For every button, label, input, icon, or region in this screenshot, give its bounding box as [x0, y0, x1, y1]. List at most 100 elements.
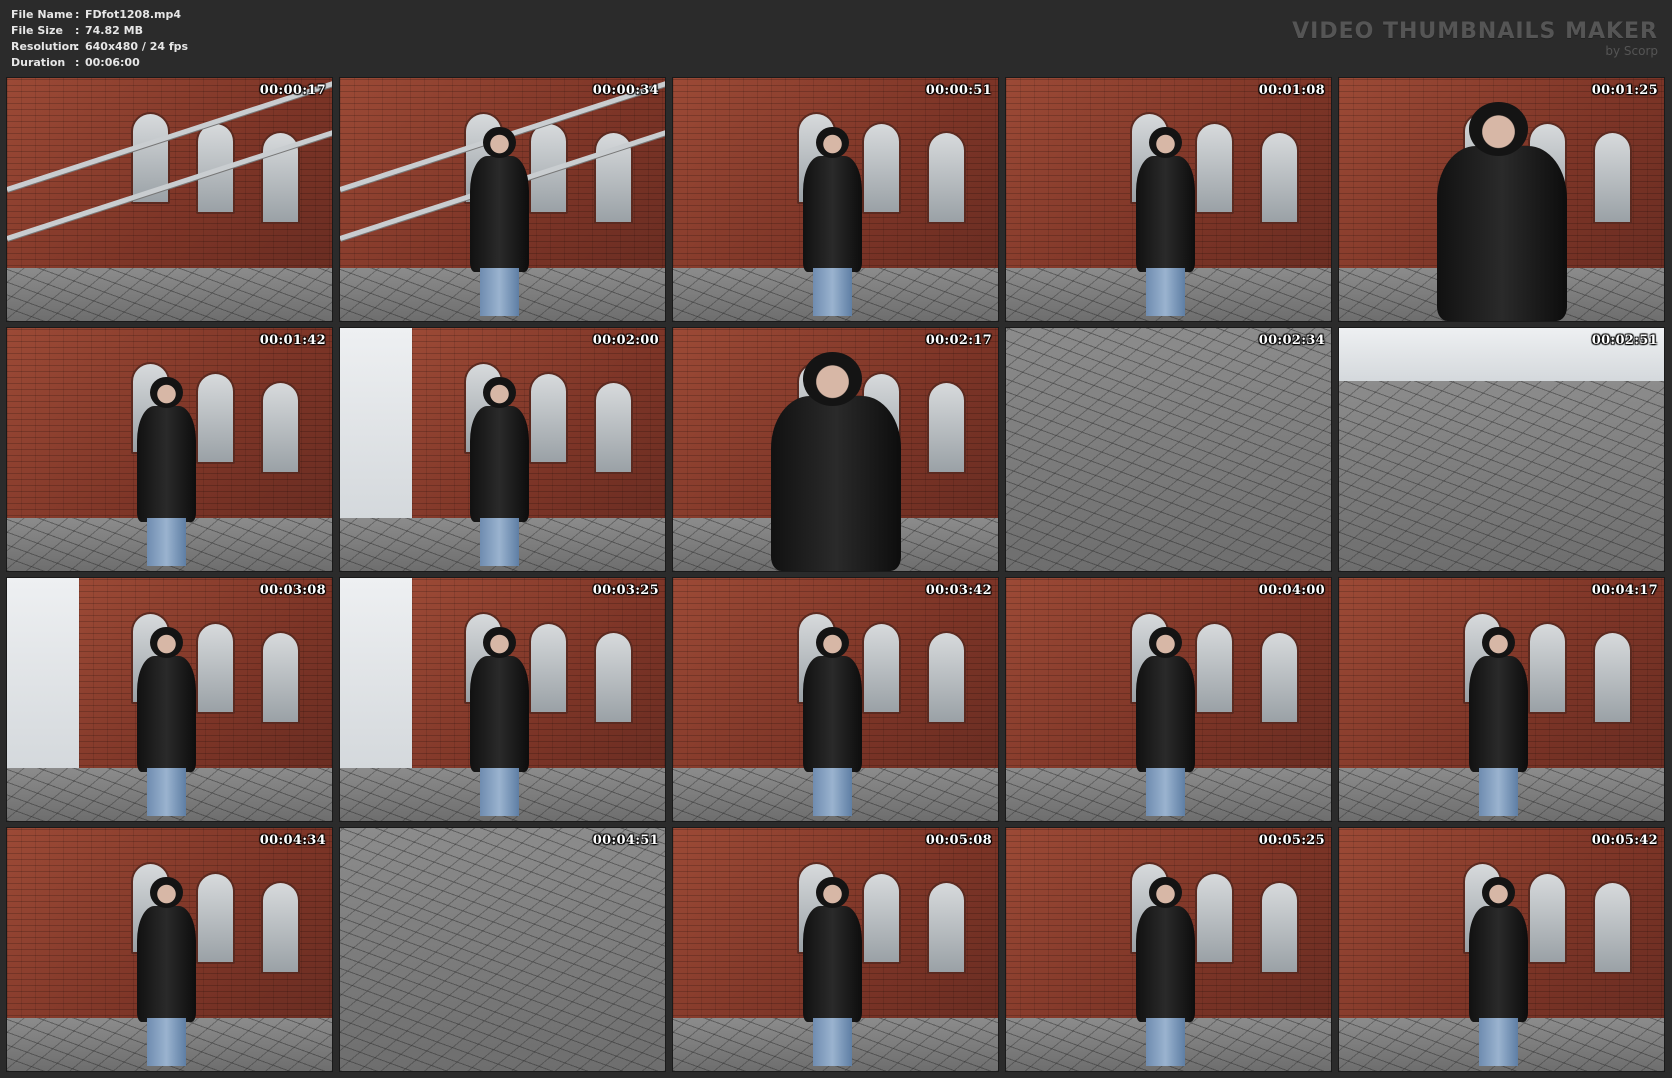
- info-row-duration: Duration : 00:06:00: [11, 55, 188, 71]
- arched-window: [260, 381, 300, 474]
- thumbnail-timestamp: 00:00:51: [925, 83, 992, 98]
- cobblestone-ground: [1339, 381, 1664, 571]
- thumbnail-timestamp: 00:02:51: [1591, 333, 1658, 348]
- video-thumbnail[interactable]: 00:05:08: [672, 827, 999, 1072]
- video-thumbnail[interactable]: 00:05:42: [1338, 827, 1665, 1072]
- thumbnail-frame: [1006, 78, 1331, 321]
- thumbnail-frame: [1339, 328, 1664, 571]
- thumbnail-grid: 00:00:17 00:00:34 00:00:51 00:01:08 00:01:25…: [6, 77, 1668, 1072]
- person-jeans: [146, 517, 186, 567]
- info-key: File Name: [11, 8, 73, 21]
- video-thumbnail[interactable]: 00:04:34: [6, 827, 333, 1072]
- arched-window: [260, 881, 300, 974]
- info-key: File Size: [11, 24, 63, 37]
- arched-window: [1194, 621, 1234, 715]
- info-value: FDfot1208.mp4: [85, 8, 182, 21]
- thumbnail-timestamp: 00:00:34: [592, 83, 659, 98]
- person-coat: [1469, 655, 1528, 773]
- thumbnail-frame: [1006, 828, 1331, 1071]
- thumbnail-timestamp: 00:02:00: [592, 333, 659, 348]
- thumbnail-frame: [7, 578, 332, 821]
- person-head: [483, 626, 516, 659]
- arched-window: [195, 621, 235, 715]
- video-thumbnail[interactable]: 00:02:34: [1005, 327, 1332, 572]
- thumbnail-frame: [340, 828, 665, 1071]
- person-jeans: [1478, 1017, 1518, 1067]
- video-thumbnail[interactable]: 00:02:00: [339, 327, 666, 572]
- arched-window: [861, 871, 901, 965]
- person-coat: [1136, 155, 1195, 273]
- info-row-file-size: File Size : 74.82 MB: [11, 23, 188, 39]
- thumbnail-timestamp: 00:04:51: [592, 833, 659, 848]
- video-thumbnail[interactable]: 00:01:08: [1005, 77, 1332, 322]
- arched-window: [593, 631, 633, 724]
- arched-window: [528, 621, 568, 715]
- person-jeans: [1478, 767, 1518, 817]
- person-head: [483, 376, 516, 409]
- video-thumbnail[interactable]: 00:05:25: [1005, 827, 1332, 1072]
- thumbnail-frame: [1339, 828, 1664, 1071]
- thumbnail-timestamp: 00:04:34: [259, 833, 326, 848]
- person-coat: [470, 655, 529, 773]
- video-thumbnail[interactable]: 00:04:00: [1005, 577, 1332, 822]
- arched-window: [195, 871, 235, 965]
- person-head: [150, 626, 183, 659]
- arched-window: [1592, 631, 1632, 724]
- person-jeans: [812, 767, 852, 817]
- person-jeans: [812, 1017, 852, 1067]
- info-key: Resolution: [11, 40, 78, 53]
- video-thumbnail[interactable]: 00:02:51: [1338, 327, 1665, 572]
- thumbnail-frame: [340, 328, 665, 571]
- person-coat: [803, 655, 862, 773]
- video-thumbnail[interactable]: 00:04:51: [339, 827, 666, 1072]
- arched-window: [1259, 631, 1299, 724]
- video-thumbnail[interactable]: 00:00:51: [672, 77, 999, 322]
- video-thumbnail[interactable]: 00:00:17: [6, 77, 333, 322]
- person-jeans: [1145, 267, 1185, 317]
- person-jeans: [479, 267, 519, 317]
- arched-window: [926, 131, 966, 224]
- arched-window: [1259, 881, 1299, 974]
- arched-window: [926, 631, 966, 724]
- person-coat: [470, 155, 529, 273]
- arched-window: [1194, 121, 1234, 215]
- video-thumbnail[interactable]: 00:01:42: [6, 327, 333, 572]
- person-coat: [1469, 905, 1528, 1023]
- arched-window: [1527, 621, 1567, 715]
- cobblestone-ground: [1006, 328, 1331, 571]
- info-separator: :: [75, 8, 80, 21]
- video-thumbnail[interactable]: 00:03:42: [672, 577, 999, 822]
- video-thumbnail[interactable]: 00:03:08: [6, 577, 333, 822]
- person-head: [1149, 126, 1182, 159]
- thumbnail-timestamp: 00:04:00: [1258, 583, 1325, 598]
- thumbnail-timestamp: 00:02:17: [925, 333, 992, 348]
- thumbnail-frame: [7, 828, 332, 1071]
- video-thumbnail[interactable]: 00:01:25: [1338, 77, 1665, 322]
- brand-subtitle: by Scorp: [1605, 44, 1658, 58]
- thumbnail-frame: [7, 78, 332, 321]
- info-value: 640x480 / 24 fps: [85, 40, 189, 53]
- video-thumbnail[interactable]: 00:03:25: [339, 577, 666, 822]
- person-coat: [470, 405, 529, 523]
- info-row-resolution: Resolution : 640x480 / 24 fps: [11, 39, 188, 55]
- person-head: [1482, 876, 1515, 909]
- person-coat: [1136, 655, 1195, 773]
- thumbnail-frame: [7, 328, 332, 571]
- thumbnail-sheet: File Name : FDfot1208.mp4 File Size : 74…: [0, 0, 1672, 1078]
- person-coat: [137, 405, 196, 523]
- video-thumbnail[interactable]: 00:04:17: [1338, 577, 1665, 822]
- arched-window: [1527, 871, 1567, 965]
- person-head: [816, 876, 849, 909]
- thumbnail-frame: [340, 578, 665, 821]
- video-thumbnail[interactable]: 00:00:34: [339, 77, 666, 322]
- thumbnail-timestamp: 00:03:42: [925, 583, 992, 598]
- info-row-file-name: File Name : FDfot1208.mp4: [11, 7, 188, 23]
- person-head: [1482, 626, 1515, 659]
- person-head: [816, 126, 849, 159]
- thumbnail-timestamp: 00:05:25: [1258, 833, 1325, 848]
- thumbnail-timestamp: 00:05:42: [1591, 833, 1658, 848]
- thumbnail-frame: [673, 328, 998, 571]
- video-thumbnail[interactable]: 00:02:17: [672, 327, 999, 572]
- person-coat: [137, 655, 196, 773]
- person-coat: [1136, 905, 1195, 1023]
